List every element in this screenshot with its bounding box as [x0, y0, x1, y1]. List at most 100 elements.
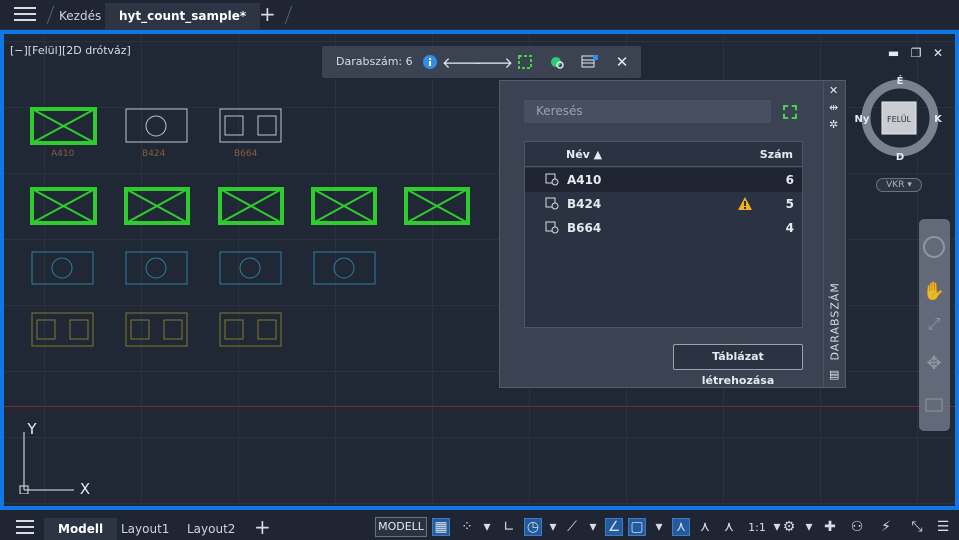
- scale-dropdown[interactable]: 1:1: [745, 518, 769, 536]
- compass-west[interactable]: Ny: [855, 114, 870, 125]
- chevron-down-icon[interactable]: ▾: [478, 518, 496, 536]
- ucs-y-label: Y: [26, 422, 37, 438]
- object-snap-tracking-icon[interactable]: ∠: [605, 518, 623, 536]
- palette-title: DARABSZÁM: [828, 282, 842, 361]
- block-a410-highlighted[interactable]: [218, 187, 284, 225]
- wcs-dropdown[interactable]: VKR ▾: [876, 178, 922, 192]
- row-count: 6: [785, 173, 794, 187]
- orbit-icon[interactable]: ✥: [926, 353, 941, 374]
- warning-icon[interactable]: [737, 196, 753, 211]
- customization-menu-icon[interactable]: ☰: [934, 518, 952, 536]
- row-count: 5: [785, 197, 794, 211]
- snap-icon[interactable]: ⁘: [458, 518, 476, 536]
- plus-icon[interactable]: ✚: [821, 518, 839, 536]
- minimize-icon[interactable]: ▬: [888, 46, 899, 60]
- grid-icon[interactable]: ▦: [432, 518, 450, 536]
- auto-hide-icon[interactable]: ⇹: [829, 102, 838, 114]
- isometric-icon[interactable]: ⟋: [563, 518, 581, 536]
- tab-layout2[interactable]: Layout2: [187, 518, 235, 540]
- new-layout-button[interactable]: +: [254, 517, 271, 537]
- auto-scale-icon[interactable]: ⋏: [696, 518, 714, 536]
- block-b424[interactable]: [313, 251, 376, 285]
- close-icon[interactable]: ✕: [613, 53, 631, 71]
- chevron-down-icon[interactable]: ▾: [544, 518, 562, 536]
- row-name: B664: [567, 221, 602, 235]
- table-header: Név ▲ Szám: [525, 142, 802, 167]
- zoom-icon[interactable]: ⤢: [928, 314, 941, 333]
- compass-north[interactable]: É: [897, 74, 904, 87]
- viewcube-face[interactable]: FELÜL: [887, 114, 912, 124]
- block-a410-highlighted[interactable]: [311, 187, 377, 225]
- block-label-b664: B664: [234, 149, 258, 159]
- close-icon[interactable]: ✕: [933, 46, 943, 60]
- steering-wheel-icon[interactable]: [923, 236, 945, 258]
- block-icon: [545, 173, 559, 186]
- row-count: 4: [785, 221, 794, 235]
- chevron-down-icon[interactable]: ▾: [800, 518, 818, 536]
- info-icon[interactable]: [421, 53, 439, 71]
- compass-south[interactable]: D: [896, 152, 904, 163]
- table-row[interactable]: A410 6: [525, 168, 802, 192]
- wcs-label: VKR: [886, 180, 905, 190]
- block-b424[interactable]: [125, 251, 188, 285]
- tab-layout1[interactable]: Layout1: [121, 518, 169, 540]
- zoom-selection-icon[interactable]: [516, 53, 534, 71]
- x-axis-line: [4, 406, 955, 407]
- block-b664[interactable]: [31, 312, 94, 347]
- annotation-scale-icon[interactable]: ⋏: [720, 518, 738, 536]
- menu-icon[interactable]: [14, 7, 36, 23]
- new-tab-button[interactable]: +: [259, 4, 276, 24]
- block-a410-highlighted[interactable]: [30, 187, 97, 225]
- drawing-viewport[interactable]: [−][Felül][2D drótváz] A410 B424 B664 Da…: [0, 30, 959, 510]
- block-b424[interactable]: [125, 108, 188, 143]
- properties-icon[interactable]: ✲: [829, 119, 838, 131]
- block-b664[interactable]: [125, 312, 188, 347]
- block-b424[interactable]: [31, 251, 94, 285]
- table-row[interactable]: B664 4: [525, 216, 802, 240]
- polar-tracking-icon[interactable]: ◷: [524, 518, 542, 536]
- find-block-icon[interactable]: [548, 53, 566, 71]
- compass-east[interactable]: K: [934, 114, 943, 125]
- previous-arrow-icon[interactable]: 🡐: [442, 53, 482, 72]
- tab-start[interactable]: Kezdés: [59, 3, 101, 30]
- block-label-b424: B424: [142, 149, 166, 159]
- annotation-visibility-icon[interactable]: ⋏: [672, 518, 690, 536]
- block-b664[interactable]: [219, 108, 282, 143]
- chevron-down-icon[interactable]: ▾: [650, 518, 668, 536]
- insert-table-icon[interactable]: [581, 53, 599, 71]
- create-table-button[interactable]: Táblázat létrehozása: [673, 344, 803, 387]
- hardware-acceleration-icon[interactable]: ⚡: [877, 518, 895, 536]
- next-arrow-icon[interactable]: 🡒: [473, 53, 513, 72]
- row-name: B424: [567, 197, 602, 211]
- palette-title-bar[interactable]: ✕ ⇹ ✲ DARABSZÁM ▤: [823, 81, 845, 387]
- block-a410-highlighted[interactable]: [404, 187, 470, 225]
- column-header-name[interactable]: Név ▲: [566, 148, 602, 161]
- count-value: 6: [405, 55, 413, 68]
- tab-model[interactable]: Modell: [44, 518, 118, 540]
- viewcube[interactable]: FELÜL É D Ny K: [854, 74, 944, 194]
- block-a410-highlighted[interactable]: [124, 187, 190, 225]
- object-snap-icon[interactable]: ▢: [628, 518, 646, 536]
- search-input[interactable]: Keresés: [524, 100, 771, 123]
- select-objects-icon[interactable]: [783, 105, 797, 119]
- tab-drawing[interactable]: hyt_count_sample*: [105, 3, 261, 30]
- palette-icon: ▤: [829, 368, 840, 381]
- table-row[interactable]: B424 5: [525, 192, 802, 216]
- column-header-count[interactable]: Szám: [760, 148, 793, 161]
- block-b664[interactable]: [219, 312, 282, 347]
- chevron-down-icon[interactable]: ▾: [584, 518, 602, 536]
- block-a410-highlighted[interactable]: [30, 107, 97, 145]
- close-icon[interactable]: ✕: [829, 85, 838, 97]
- block-b424[interactable]: [219, 251, 282, 285]
- pan-icon[interactable]: ✋: [923, 280, 945, 302]
- ortho-icon[interactable]: ∟: [500, 518, 518, 536]
- block-icon: [545, 197, 559, 210]
- gear-icon[interactable]: ⚙: [780, 518, 798, 536]
- model-space-button[interactable]: MODELL: [375, 517, 427, 537]
- clean-screen-icon[interactable]: ⤡: [908, 518, 926, 536]
- isolate-objects-icon[interactable]: ⚇: [848, 518, 866, 536]
- menu-icon[interactable]: [16, 520, 34, 538]
- count-table: Név ▲ Szám A410 6 B424 5 B664 4: [524, 141, 803, 328]
- showmotion-icon[interactable]: [925, 398, 943, 412]
- restore-icon[interactable]: ❐: [911, 46, 922, 60]
